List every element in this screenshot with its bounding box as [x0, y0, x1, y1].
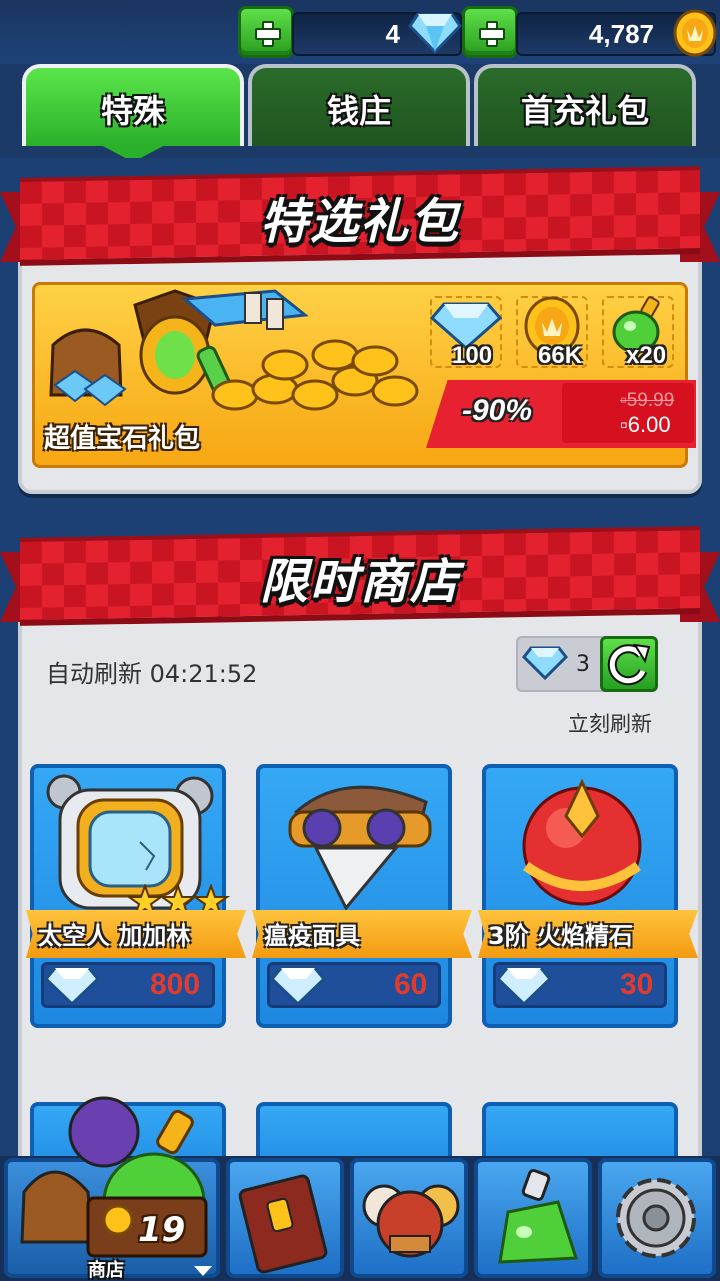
heroes-icon: [362, 1184, 460, 1258]
refresh-cost: 3: [576, 652, 590, 677]
reward-qty: x20: [626, 342, 667, 369]
featured-banner: 特选礼包: [0, 166, 720, 268]
add-gems-button[interactable]: [238, 6, 294, 58]
featured-title: 特选礼包: [259, 194, 460, 250]
shop-coin-badge: 19: [138, 1210, 186, 1250]
reward-qty: 100: [452, 342, 493, 369]
reward-qty: 66K: [538, 342, 583, 369]
settings-gear-icon: [616, 1178, 696, 1258]
tab-first-purchase[interactable]: 首充礼包: [474, 64, 696, 146]
potion-icon: [498, 1168, 579, 1264]
refresh-icon: [607, 643, 651, 686]
nav-quests[interactable]: [226, 1158, 344, 1278]
plague-mask-icon: [288, 785, 432, 911]
tab-label: 特殊: [100, 92, 165, 130]
plus-icon: [479, 21, 505, 47]
sale-price: ▫6.00: [620, 412, 671, 437]
nav-settings[interactable]: [598, 1158, 716, 1278]
tab-label: 钱庄: [326, 92, 391, 130]
diamond-icon: [408, 12, 462, 54]
item-price: 30: [620, 968, 654, 1001]
add-coins-button[interactable]: [462, 6, 518, 58]
fire-stone-icon: [522, 778, 642, 906]
pack-name: 超值宝石礼包: [44, 424, 201, 454]
discount-badge: -90%: [462, 394, 533, 427]
item-price: 60: [394, 968, 428, 1001]
auto-refresh-timer: 自动刷新 04:21:52: [46, 660, 258, 688]
nav-potions[interactable]: [474, 1158, 592, 1278]
book-icon: [238, 1174, 328, 1274]
nav-shop-label: 商店: [88, 1260, 124, 1281]
item-name: 瘟疫面具: [264, 922, 360, 950]
chevron-down-icon: [194, 1266, 212, 1276]
tab-label: 首充礼包: [520, 92, 649, 130]
plus-icon: [255, 21, 281, 47]
refresh-now-label[interactable]: 立刻刷新: [568, 708, 652, 738]
limited-shop-banner: 限时商店: [0, 526, 720, 628]
limited-shop-title: 限时商店: [259, 554, 460, 610]
diamond-icon: [270, 966, 326, 1006]
diamond-icon: [496, 966, 552, 1006]
item-price: 800: [150, 968, 201, 1001]
treasure-pile-icon: [49, 289, 419, 411]
nav-heroes[interactable]: [350, 1158, 468, 1278]
item-name: 太空人 加加林: [38, 922, 191, 950]
diamond-icon: [44, 966, 100, 1006]
tab-special[interactable]: 特殊: [22, 64, 244, 146]
refresh-button[interactable]: [600, 636, 658, 692]
tab-bank[interactable]: 钱庄: [248, 64, 470, 146]
original-price: ▫59.99: [620, 390, 675, 411]
item-name: 3阶 火焰精石: [488, 922, 634, 950]
coin-icon: [673, 9, 717, 57]
diamond-icon: [522, 646, 568, 680]
